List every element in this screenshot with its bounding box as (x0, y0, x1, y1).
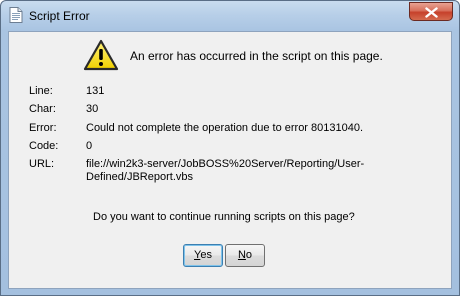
url-value-line-2: Defined/JBReport.vbs (86, 171, 193, 183)
close-button[interactable] (409, 2, 453, 21)
continue-question: Do you want to continue running scripts … (93, 211, 355, 223)
url-label: URL: (29, 158, 55, 170)
yes-button[interactable]: Yes (183, 244, 223, 267)
dialog-content: An error has occurred in the script on t… (8, 31, 452, 289)
document-icon (9, 7, 23, 23)
error-headline: An error has occurred in the script on t… (130, 49, 383, 63)
no-button[interactable]: No (225, 244, 265, 267)
code-label: Code: (29, 140, 59, 152)
code-value: 0 (86, 140, 93, 152)
yes-label-rest: es (200, 249, 212, 261)
script-error-window: Script Error An error has occurred in th… (0, 0, 460, 296)
url-value-line-1: file://win2k3-server/JobBOSS%20Server/Re… (86, 158, 365, 170)
line-label: Line: (29, 85, 53, 97)
no-label-rest: o (245, 249, 253, 261)
window-title: Script Error (29, 9, 90, 23)
no-mnemonic: N (237, 249, 246, 261)
error-label: Error: (29, 122, 57, 134)
char-label: Char: (29, 103, 56, 115)
close-icon (425, 7, 438, 18)
error-value: Could not complete the operation due to … (86, 122, 364, 134)
warning-icon (83, 39, 119, 71)
char-value: 30 (86, 103, 99, 115)
line-value: 131 (86, 85, 105, 97)
url-value: file://win2k3-server/JobBOSS%20Server/Re… (86, 158, 364, 184)
title-bar[interactable]: Script Error (1, 1, 459, 31)
